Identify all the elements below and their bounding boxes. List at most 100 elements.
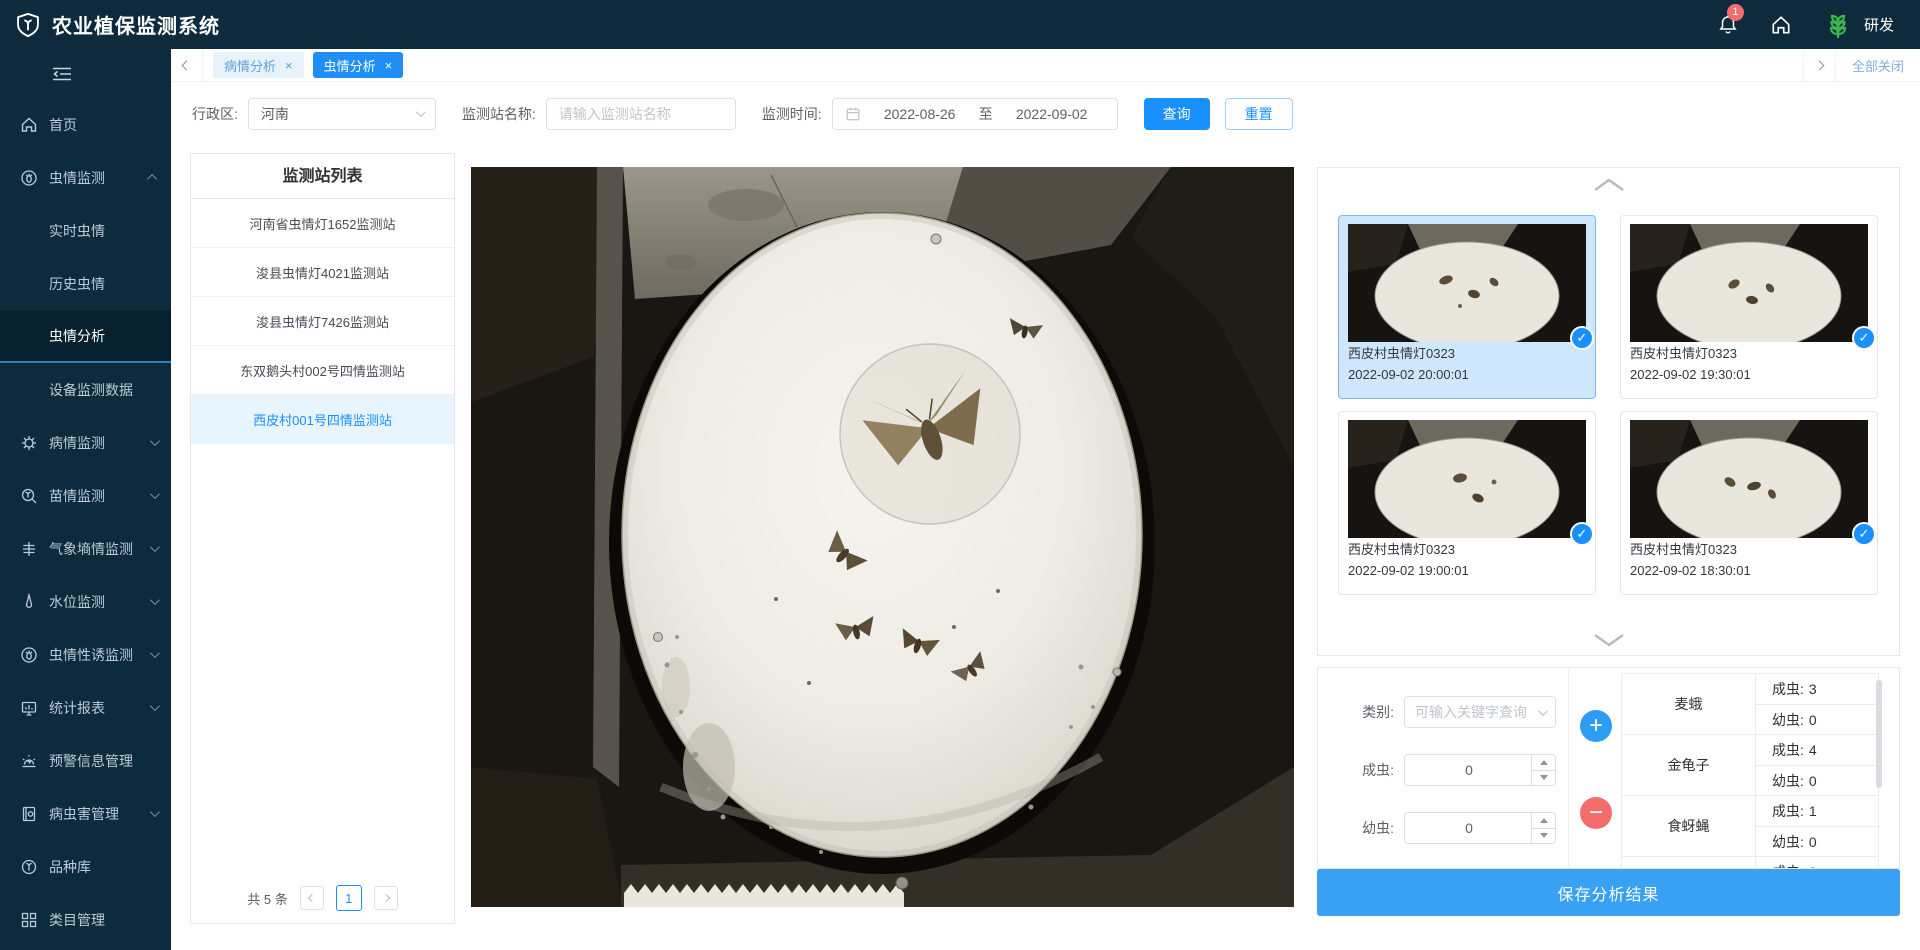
adult-count-row: 成虫: — [1336, 754, 1556, 786]
book-icon — [20, 805, 38, 823]
station-list-item[interactable]: 浚县虫情灯7426监测站 — [191, 297, 454, 346]
scroll-down-icon[interactable] — [1592, 632, 1626, 648]
user-menu[interactable]: 研发 — [1822, 9, 1894, 41]
sidebar-item-category-management[interactable]: 类目管理 — [0, 893, 171, 946]
sidebar: 首页 虫情监测 实时虫情 历史虫情 虫情分析 设备监测数据 病情监测 — [0, 49, 171, 950]
tab-insect-analysis[interactable]: 虫情分析 × — [313, 52, 404, 78]
thumbnail-image: ✓ — [1630, 224, 1868, 342]
station-list-item[interactable]: 浚县虫情灯4021监测站 — [191, 248, 454, 297]
sidebar-item-device-data[interactable]: 设备监测数据 — [0, 363, 171, 416]
notification-badge: 1 — [1727, 4, 1744, 21]
region-select[interactable]: 河南 — [248, 98, 436, 130]
category-input[interactable] — [1415, 704, 1538, 720]
station-list-item[interactable]: 河南省虫情灯1652监测站 — [191, 199, 454, 248]
close-all-tabs-button[interactable]: 全部关闭 — [1835, 49, 1920, 82]
category-label: 类别: — [1336, 702, 1394, 722]
sidebar-item-disease-monitoring[interactable]: 病情监测 — [0, 416, 171, 469]
date-range-picker[interactable]: 2022-08-26 至 2022-09-02 — [832, 98, 1118, 130]
brand: 农业植保监测系统 — [14, 10, 220, 39]
increment-icon[interactable] — [1532, 813, 1555, 829]
sidebar-item-weather-soil-monitoring[interactable]: 气象墒情监测 — [0, 522, 171, 575]
table-scrollbar[interactable] — [1876, 680, 1882, 788]
sidebar-item-home[interactable]: 首页 — [0, 98, 171, 151]
thumbnail-title: 西皮村虫情灯0323 — [1630, 540, 1868, 559]
sidebar-item-pest-management[interactable]: 病虫害管理 — [0, 787, 171, 840]
adult-label: 成虫: — [1336, 760, 1394, 780]
thumbnail-timestamp: 2022-09-02 20:00:01 — [1348, 365, 1586, 384]
seedling-magnifier-icon — [20, 487, 38, 505]
date-end[interactable]: 2022-09-02 — [999, 106, 1105, 122]
station-name-input[interactable] — [559, 106, 723, 122]
analysis-form-panel: 类别: 成虫: 幼虫: + − 麦蛾 — [1317, 667, 1900, 869]
snapshot-panel: ✓ 西皮村虫情灯0323 2022-09-02 20:00:01 ✓ 西皮村虫情… — [1317, 167, 1900, 656]
current-page[interactable]: 1 — [336, 885, 362, 911]
date-start[interactable]: 2022-08-26 — [867, 106, 973, 122]
app-title: 农业植保监测系统 — [52, 10, 220, 39]
station-list-panel: 监测站列表 河南省虫情灯1652监测站 浚县虫情灯4021监测站 浚县虫情灯74… — [190, 153, 455, 924]
tab-disease-analysis[interactable]: 病情分析 × — [213, 52, 304, 78]
increment-icon[interactable] — [1532, 755, 1555, 771]
category-select[interactable] — [1404, 696, 1556, 728]
station-list-item-selected[interactable]: 西皮村001号四情监测站 — [191, 395, 454, 444]
sidebar-item-insect-monitoring[interactable]: 虫情监测 — [0, 151, 171, 204]
sidebar-item-realtime-insect[interactable]: 实时虫情 — [0, 204, 171, 257]
larva-count: 0 — [1809, 712, 1817, 728]
sidebar-item-pheromone-monitoring[interactable]: 虫情性诱监测 — [0, 628, 171, 681]
thumbnail-title: 西皮村虫情灯0323 — [1348, 344, 1586, 363]
filter-bar: 行政区: 河南 监测站名称: 监测时间: 2022-08-26 至 2022-0… — [171, 82, 1920, 145]
decrement-icon[interactable] — [1532, 771, 1555, 786]
larva-count: 0 — [1809, 773, 1817, 789]
chevron-down-icon — [150, 701, 160, 711]
sidebar-item-alert-management[interactable]: 预警信息管理 — [0, 734, 171, 787]
remove-species-button[interactable]: − — [1580, 797, 1612, 829]
tabs-scroll-right-icon[interactable] — [1803, 49, 1835, 82]
scroll-up-icon[interactable] — [1592, 177, 1626, 193]
adult-count: 1 — [1809, 803, 1817, 819]
category-row: 类别: — [1336, 696, 1556, 728]
total-count: 共 5 条 — [247, 889, 287, 908]
chevron-down-icon — [1538, 706, 1548, 716]
thumbnail-card-3[interactable]: ✓ 西皮村虫情灯0323 2022-09-02 19:00:01 — [1338, 411, 1596, 595]
thumbnail-timestamp: 2022-09-02 18:30:01 — [1630, 561, 1868, 580]
sidebar-item-seedling-monitoring[interactable]: 苗情监测 — [0, 469, 171, 522]
adult-count: 3 — [1809, 681, 1817, 697]
next-page-icon[interactable] — [374, 886, 398, 910]
tabs: 病情分析 × 虫情分析 × — [203, 52, 403, 78]
avatar — [1822, 9, 1854, 41]
sidebar-item-variety-library[interactable]: 品种库 — [0, 840, 171, 893]
thumbnail-card-2[interactable]: ✓ 西皮村虫情灯0323 2022-09-02 19:30:01 — [1620, 215, 1878, 399]
thumbnail-image: ✓ — [1348, 420, 1586, 538]
sidebar-item-water-level-monitoring[interactable]: 水位监测 — [0, 575, 171, 628]
app-logo-shield-icon — [14, 11, 42, 39]
sidebar-item-history-insect[interactable]: 历史虫情 — [0, 257, 171, 310]
prev-page-icon[interactable] — [300, 886, 324, 910]
search-button[interactable]: 查询 — [1144, 98, 1210, 130]
thumbnail-card-1[interactable]: ✓ 西皮村虫情灯0323 2022-09-02 20:00:01 — [1338, 215, 1596, 399]
save-analysis-button[interactable]: 保存分析结果 — [1317, 869, 1900, 916]
region-label: 行政区: — [192, 104, 238, 124]
user-name: 研发 — [1864, 14, 1894, 35]
chevron-down-icon — [150, 648, 160, 658]
insect-trap-photo — [471, 167, 1294, 907]
chevron-down-icon — [150, 436, 160, 446]
table-row: 麦蛾 成虫:3 幼虫:0 — [1622, 674, 1878, 735]
close-icon[interactable]: × — [385, 59, 393, 72]
sidebar-item-insect-analysis[interactable]: 虫情分析 — [0, 310, 171, 363]
sidebar-item-statistics-report[interactable]: 统计报表 — [0, 681, 171, 734]
sidebar-menu: 首页 虫情监测 实时虫情 历史虫情 虫情分析 设备监测数据 病情监测 — [0, 98, 171, 946]
decrement-icon[interactable] — [1532, 829, 1555, 844]
station-list-title: 监测站列表 — [191, 154, 454, 199]
reset-button[interactable]: 重置 — [1225, 98, 1293, 130]
close-icon[interactable]: × — [285, 59, 293, 72]
notification-bell-icon[interactable]: 1 — [1716, 13, 1740, 37]
soil-layers-icon — [20, 540, 38, 558]
sidebar-collapse-icon[interactable] — [0, 49, 171, 98]
home-icon[interactable] — [1770, 14, 1792, 36]
station-list-item[interactable]: 东双鹅头村002号四情监测站 — [191, 346, 454, 395]
species-name — [1622, 857, 1756, 869]
species-name: 金龟子 — [1622, 735, 1756, 795]
thumbnail-card-4[interactable]: ✓ 西皮村虫情灯0323 2022-09-02 18:30:01 — [1620, 411, 1878, 595]
add-species-button[interactable]: + — [1580, 710, 1612, 742]
chevron-down-icon — [150, 595, 160, 605]
tabs-scroll-left-icon[interactable] — [171, 49, 203, 82]
